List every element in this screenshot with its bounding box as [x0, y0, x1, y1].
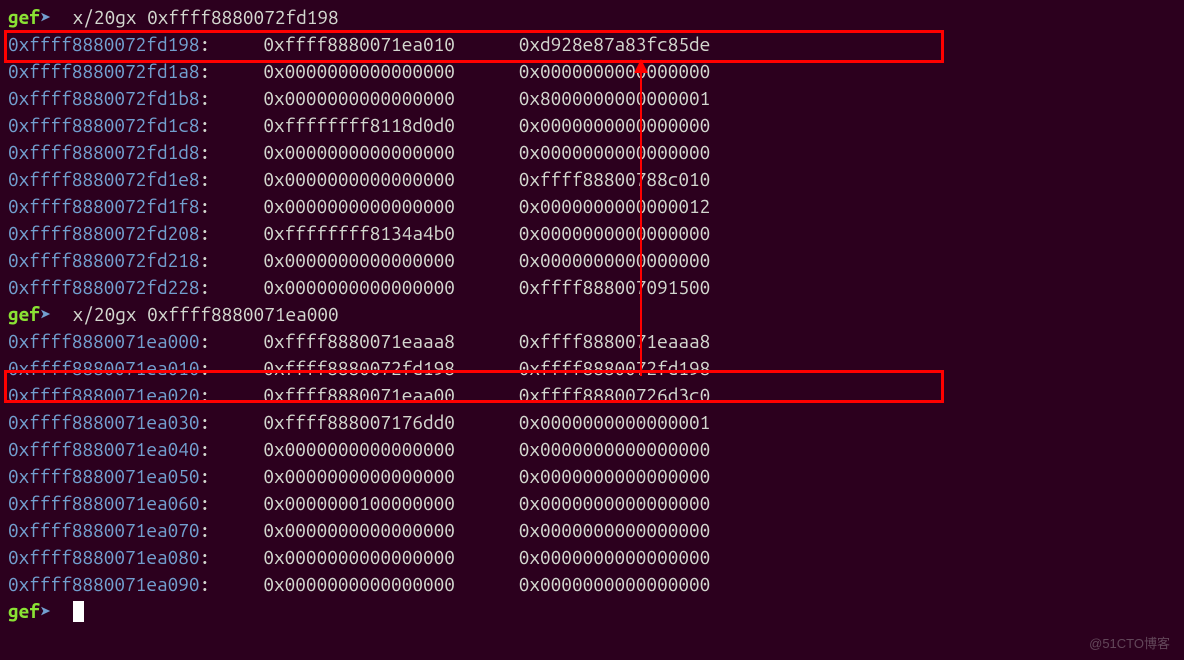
memory-address: 0xffff8880072fd218 [8, 249, 200, 271]
memory-address: 0xffff8880071ea070 [8, 519, 200, 541]
memory-value: 0xffff8880072fd198 [263, 357, 455, 379]
memory-value: 0xffff888007176dd0 [263, 411, 455, 433]
memory-address: 0xffff8880071ea080 [8, 546, 200, 568]
memory-value: 0x0000000000000000 [263, 195, 455, 217]
watermark: @51CTO博客 [1089, 633, 1170, 652]
memory-value: 0x0000000100000000 [263, 492, 455, 514]
memory-value: 0xffff8880071eaa00 [263, 384, 455, 406]
memory-value: 0x0000000000000000 [263, 141, 455, 163]
memory-value: 0x0000000000000000 [263, 465, 455, 487]
memory-row: 0xffff8880072fd208: 0xffffffff8134a4b0 0… [8, 220, 1176, 247]
memory-value: 0x0000000000000000 [519, 438, 711, 460]
memory-address: 0xffff8880071ea010 [8, 357, 200, 379]
prompt-arrow-icon: ➤ [40, 600, 51, 622]
memory-value: 0x0000000000000000 [263, 87, 455, 109]
memory-address: 0xffff8880072fd228 [8, 276, 200, 298]
memory-value: 0xffff88800726d3c0 [519, 384, 711, 406]
memory-value: 0x0000000000000000 [263, 438, 455, 460]
memory-value: 0x0000000000000012 [519, 195, 711, 217]
memory-value: 0xd928e87a83fc85de [519, 33, 711, 55]
memory-value: 0x0000000000000000 [263, 573, 455, 595]
gef-prompt: gef [8, 6, 40, 28]
memory-row: 0xffff8880071ea000: 0xffff8880071eaaa8 0… [8, 328, 1176, 355]
memory-value: 0xffff8880071ea010 [263, 33, 455, 55]
memory-address: 0xffff8880072fd1a8 [8, 60, 200, 82]
memory-value: 0x0000000000000000 [519, 465, 711, 487]
memory-value: 0x0000000000000000 [519, 114, 711, 136]
memory-address: 0xffff8880072fd208 [8, 222, 200, 244]
command-text: x/20gx 0xffff8880071ea000 [73, 303, 339, 325]
memory-value: 0x0000000000000000 [519, 519, 711, 541]
memory-value: 0x8000000000000001 [519, 87, 711, 109]
memory-address: 0xffff8880072fd1f8 [8, 195, 200, 217]
memory-value: 0x0000000000000000 [519, 573, 711, 595]
prompt-line[interactable]: gef➤ [8, 598, 1176, 625]
command-text: x/20gx 0xffff8880072fd198 [73, 6, 339, 28]
memory-address: 0xffff8880071ea060 [8, 492, 200, 514]
memory-row: 0xffff8880072fd1a8: 0x0000000000000000 0… [8, 58, 1176, 85]
memory-address: 0xffff8880072fd198 [8, 33, 200, 55]
memory-row: 0xffff8880071ea020: 0xffff8880071eaa00 0… [8, 382, 1176, 409]
memory-row: 0xffff8880071ea030: 0xffff888007176dd0 0… [8, 409, 1176, 436]
memory-value: 0x0000000000000000 [519, 492, 711, 514]
memory-row: 0xffff8880071ea040: 0x0000000000000000 0… [8, 436, 1176, 463]
memory-value: 0xffffffff8118d0d0 [263, 114, 455, 136]
memory-address: 0xffff8880072fd1c8 [8, 114, 200, 136]
memory-row: 0xffff8880072fd218: 0x0000000000000000 0… [8, 247, 1176, 274]
memory-value: 0xffff8880071eaaa8 [263, 330, 455, 352]
memory-row: 0xffff8880071ea090: 0x0000000000000000 0… [8, 571, 1176, 598]
memory-value: 0xffffffff8134a4b0 [263, 222, 455, 244]
memory-value: 0x0000000000000000 [263, 519, 455, 541]
gef-prompt: gef [8, 600, 40, 622]
memory-value: 0x0000000000000000 [263, 276, 455, 298]
memory-address: 0xffff8880071ea030 [8, 411, 200, 433]
memory-value: 0xffff888007091500 [519, 276, 711, 298]
memory-address: 0xffff8880072fd1e8 [8, 168, 200, 190]
memory-value: 0x0000000000000000 [519, 60, 711, 82]
memory-value: 0x0000000000000000 [519, 546, 711, 568]
memory-row: 0xffff8880072fd1f8: 0x0000000000000000 0… [8, 193, 1176, 220]
memory-row: 0xffff8880071ea060: 0x0000000100000000 0… [8, 490, 1176, 517]
memory-row: 0xffff8880071ea070: 0x0000000000000000 0… [8, 517, 1176, 544]
memory-address: 0xffff8880071ea090 [8, 573, 200, 595]
memory-row: 0xffff8880071ea080: 0x0000000000000000 0… [8, 544, 1176, 571]
memory-row: 0xffff8880072fd1d8: 0x0000000000000000 0… [8, 139, 1176, 166]
memory-value: 0x0000000000000000 [519, 141, 711, 163]
memory-row: 0xffff8880072fd198: 0xffff8880071ea010 0… [8, 31, 1176, 58]
memory-value: 0x0000000000000001 [519, 411, 711, 433]
memory-value: 0x0000000000000000 [263, 249, 455, 271]
prompt-line[interactable]: gef➤ x/20gx 0xffff8880072fd198 [8, 4, 1176, 31]
memory-value: 0xffff88800788c010 [519, 168, 711, 190]
prompt-line[interactable]: gef➤ x/20gx 0xffff8880071ea000 [8, 301, 1176, 328]
memory-value: 0x0000000000000000 [263, 168, 455, 190]
memory-value: 0x0000000000000000 [519, 222, 711, 244]
memory-value: 0xffff8880071eaaa8 [519, 330, 711, 352]
gef-prompt: gef [8, 303, 40, 325]
memory-value: 0x0000000000000000 [263, 60, 455, 82]
memory-value: 0xffff8880072fd198 [519, 357, 711, 379]
memory-row: 0xffff8880072fd228: 0x0000000000000000 0… [8, 274, 1176, 301]
memory-address: 0xffff8880071ea050 [8, 465, 200, 487]
memory-value: 0x0000000000000000 [519, 249, 711, 271]
memory-address: 0xffff8880072fd1b8 [8, 87, 200, 109]
memory-row: 0xffff8880072fd1e8: 0x0000000000000000 0… [8, 166, 1176, 193]
memory-value: 0x0000000000000000 [263, 546, 455, 568]
memory-row: 0xffff8880072fd1b8: 0x0000000000000000 0… [8, 85, 1176, 112]
memory-address: 0xffff8880071ea020 [8, 384, 200, 406]
memory-row: 0xffff8880071ea050: 0x0000000000000000 0… [8, 463, 1176, 490]
memory-row: 0xffff8880072fd1c8: 0xffffffff8118d0d0 0… [8, 112, 1176, 139]
memory-address: 0xffff8880071ea000 [8, 330, 200, 352]
prompt-arrow-icon: ➤ [40, 6, 51, 28]
memory-row: 0xffff8880071ea010: 0xffff8880072fd198 0… [8, 355, 1176, 382]
prompt-arrow-icon: ➤ [40, 303, 51, 325]
memory-address: 0xffff8880072fd1d8 [8, 141, 200, 163]
cursor [73, 601, 84, 622]
memory-address: 0xffff8880071ea040 [8, 438, 200, 460]
